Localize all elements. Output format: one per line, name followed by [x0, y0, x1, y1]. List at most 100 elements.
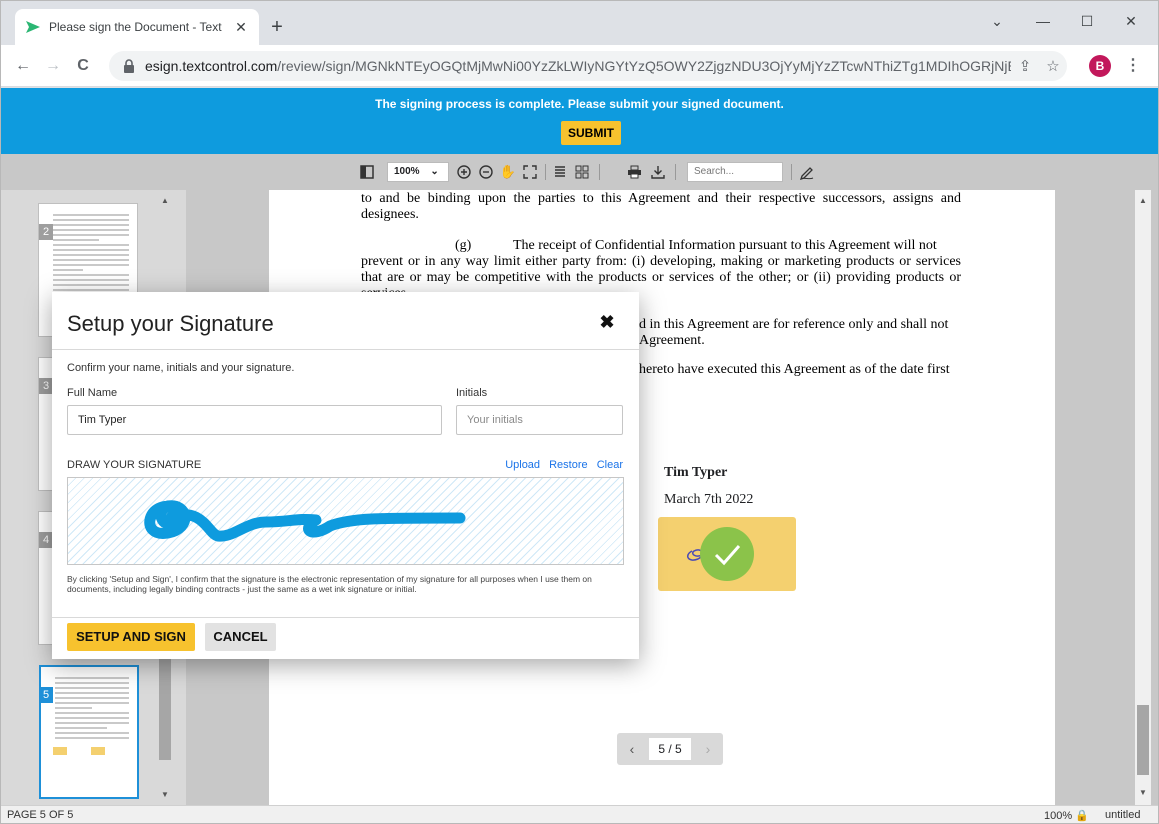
reload-button[interactable]: C: [71, 54, 95, 78]
next-page-icon[interactable]: ›: [701, 741, 715, 757]
document-search-input[interactable]: Search...: [687, 162, 783, 182]
page-indicator: 5 / 5: [649, 738, 691, 760]
draw-signature-label: DRAW YOUR SIGNATURE: [67, 459, 202, 471]
thumbnail-number: 5: [41, 687, 53, 703]
sign-pen-icon[interactable]: [797, 162, 817, 182]
banner-message: The signing process is complete. Please …: [375, 97, 784, 111]
initials-input[interactable]: Your initials: [456, 405, 623, 435]
dialog-title: Setup your Signature: [67, 311, 274, 336]
page-thumbnail-5[interactable]: 5: [39, 665, 139, 799]
signer-name: Tim Typer: [664, 465, 728, 480]
tab-search-chevron-icon[interactable]: ⌄: [977, 9, 1017, 33]
signing-complete-banner: The signing process is complete. Please …: [1, 88, 1158, 154]
url-text: esign.textcontrol.com/review/sign/MGNkNT…: [145, 58, 1011, 74]
sidebar-toggle-icon[interactable]: [357, 162, 377, 182]
setup-signature-dialog: Setup your Signature ✖ Confirm your name…: [52, 292, 639, 659]
scroll-down-arrow-icon[interactable]: ▼: [158, 788, 172, 802]
thumbnail-number: 2: [39, 224, 53, 240]
zoom-select[interactable]: 100% ⌄: [387, 162, 449, 182]
status-bar: PAGE 5 OF 5 100% 🔒 untitled: [1, 805, 1158, 823]
viewer-toolbar: 100% ⌄ ✋ Search...: [1, 154, 1158, 190]
cancel-button[interactable]: CANCEL: [205, 623, 276, 651]
clear-link[interactable]: Clear: [597, 459, 623, 471]
drawn-signature: [144, 500, 466, 542]
scroll-down-arrow-icon[interactable]: ▼: [1136, 786, 1150, 800]
grid-view-icon[interactable]: [573, 162, 591, 182]
page-navigator: ‹ 5 / 5 ›: [617, 733, 723, 765]
document-paragraph: d in this Agreement are for reference on…: [639, 317, 949, 332]
url-path: /review/sign/MGNkNTEyOGQtMjMwNi00YzZkLWI…: [277, 58, 1011, 74]
browser-menu-icon[interactable]: ⋮: [1123, 54, 1143, 78]
document-scroll-thumb[interactable]: [1137, 705, 1149, 775]
browser-tab[interactable]: Please sign the Document - Text ✕: [15, 9, 259, 45]
restore-link[interactable]: Restore: [549, 459, 588, 471]
maximize-button[interactable]: ☐: [1067, 9, 1107, 33]
close-icon[interactable]: ✖: [597, 312, 617, 332]
legal-disclaimer: By clicking 'Setup and Sign', I confirm …: [67, 574, 592, 594]
address-bar[interactable]: esign.textcontrol.com/review/sign/MGNkNT…: [109, 51, 1067, 81]
toolbar-divider: [791, 164, 792, 180]
dialog-subtitle: Confirm your name, initials and your sig…: [67, 362, 295, 374]
share-icon[interactable]: ⇪: [1011, 57, 1039, 75]
signature-actions: Upload Restore Clear: [499, 459, 623, 471]
bookmark-star-icon[interactable]: ☆: [1039, 57, 1067, 75]
page-gutter: [1055, 190, 1135, 805]
status-zoom: 100% 🔒: [1044, 809, 1089, 822]
lock-icon: 🔒: [1075, 810, 1089, 822]
document-paragraph: Agreement.: [639, 333, 705, 348]
document-scrollbar[interactable]: ▲ ▼: [1135, 190, 1151, 805]
previous-page-icon[interactable]: ‹: [625, 741, 639, 757]
toolbar-divider: [545, 164, 546, 180]
thumbnail-scroll-thumb[interactable]: [159, 650, 171, 760]
full-name-label: Full Name: [67, 387, 118, 399]
chevron-down-icon: ⌄: [430, 166, 439, 177]
zoom-in-icon[interactable]: [455, 162, 473, 182]
document-paragraph: The receipt of Confidential Information …: [513, 238, 937, 253]
dialog-divider: [52, 617, 639, 618]
initials-label: Initials: [456, 387, 488, 399]
toolbar-divider: [675, 164, 676, 180]
textcontrol-favicon-icon: [25, 19, 41, 35]
tab-strip: Please sign the Document - Text ✕ + ⌄ — …: [1, 1, 1158, 45]
browser-window: Please sign the Document - Text ✕ + ⌄ — …: [0, 0, 1159, 824]
signed-check-icon: [700, 527, 754, 581]
full-name-input[interactable]: Tim Typer: [67, 405, 442, 435]
thumbnail-text-lines: [55, 677, 129, 742]
document-name-status: untitled: [1105, 809, 1141, 821]
signer-date: March 7th 2022: [664, 492, 754, 507]
dialog-divider: [52, 349, 639, 350]
thumbnail-number: 3: [39, 378, 53, 394]
document-paragraph: to and be binding upon the parties to th…: [361, 191, 961, 222]
download-icon[interactable]: [649, 162, 667, 182]
new-tab-button[interactable]: +: [267, 17, 287, 38]
back-button[interactable]: ←: [11, 54, 35, 78]
print-icon[interactable]: [625, 162, 643, 182]
page-count-status: PAGE 5 OF 5: [7, 809, 74, 821]
pan-hand-icon[interactable]: ✋: [499, 162, 517, 182]
minimize-button[interactable]: —: [1023, 9, 1063, 33]
signature-canvas[interactable]: [67, 477, 624, 565]
status-zoom-value: 100%: [1044, 810, 1073, 822]
thumbnail-number: 4: [39, 532, 53, 548]
tab-title: Please sign the Document - Text: [49, 20, 222, 34]
lock-icon: [123, 59, 137, 73]
signature-field[interactable]: [658, 517, 796, 591]
thumbnail-signature-box: [53, 747, 67, 755]
profile-avatar[interactable]: B: [1089, 55, 1111, 77]
toolbar-divider: [599, 164, 600, 180]
close-window-button[interactable]: ✕: [1111, 9, 1151, 33]
scroll-up-arrow-icon[interactable]: ▲: [1136, 194, 1150, 208]
setup-and-sign-button[interactable]: SETUP AND SIGN: [67, 623, 195, 651]
submit-button[interactable]: SUBMIT: [561, 121, 621, 145]
zoom-value: 100%: [394, 166, 420, 177]
clause-label: (g): [455, 238, 472, 253]
tab-close-icon[interactable]: ✕: [233, 19, 249, 35]
single-page-view-icon[interactable]: [551, 162, 569, 182]
upload-link[interactable]: Upload: [505, 459, 540, 471]
fit-page-icon[interactable]: [521, 162, 539, 182]
zoom-out-icon[interactable]: [477, 162, 495, 182]
scroll-up-arrow-icon[interactable]: ▲: [158, 194, 172, 208]
document-paragraph: hereto have executed this Agreement as o…: [639, 362, 950, 377]
forward-button[interactable]: →: [41, 54, 65, 78]
browser-toolbar: ← → C esign.textcontrol.com/review/sign/…: [1, 45, 1158, 87]
